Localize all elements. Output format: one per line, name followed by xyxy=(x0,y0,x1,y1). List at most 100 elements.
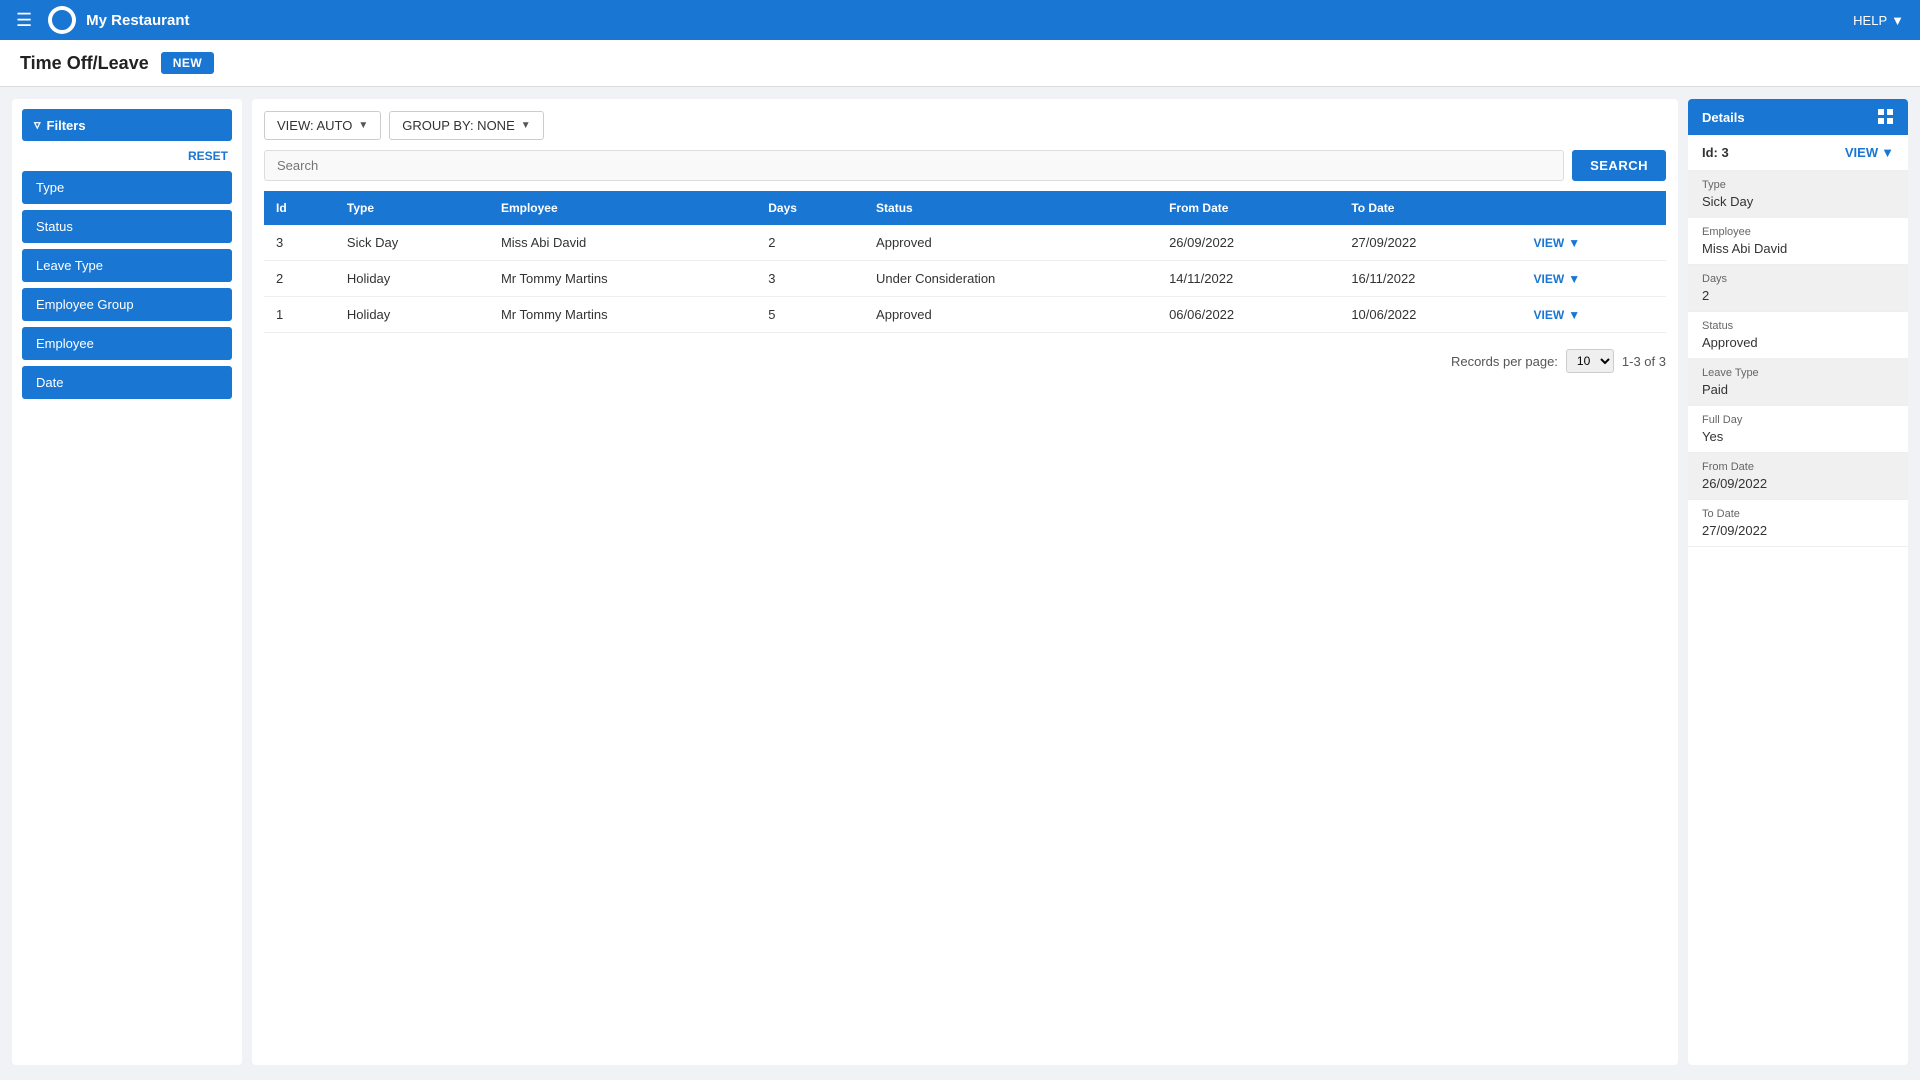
cell-days: 3 xyxy=(756,261,864,297)
group-chevron-icon: ▼ xyxy=(521,120,531,131)
detail-field-to-date: To Date 27/09/2022 xyxy=(1688,500,1908,547)
details-panel: Details Id: 3 VIEW ▼ Type Sick Day Emplo… xyxy=(1688,99,1908,1065)
filter-leave-type[interactable]: Leave Type xyxy=(22,249,232,282)
cell-from-date: 06/06/2022 xyxy=(1157,297,1339,333)
col-employee: Employee xyxy=(489,191,756,225)
group-by-label: GROUP BY: NONE xyxy=(402,118,514,133)
col-actions xyxy=(1522,191,1666,225)
page-title: Time Off/Leave xyxy=(20,53,149,74)
detail-field-status: Status Approved xyxy=(1688,312,1908,359)
cell-type: Sick Day xyxy=(335,225,489,261)
filter-employee[interactable]: Employee xyxy=(22,327,232,360)
detail-label: Type xyxy=(1702,179,1894,191)
logo-inner xyxy=(52,10,72,30)
table-row: 1 Holiday Mr Tommy Martins 5 Approved 06… xyxy=(264,297,1666,333)
search-bar: SEARCH xyxy=(264,150,1666,181)
filter-type[interactable]: Type xyxy=(22,171,232,204)
new-button[interactable]: NEW xyxy=(161,52,215,74)
detail-value: Sick Day xyxy=(1702,194,1894,209)
reset-button[interactable]: RESET xyxy=(184,147,232,165)
per-page-select[interactable]: 10 25 50 xyxy=(1566,349,1614,373)
detail-value: Paid xyxy=(1702,382,1894,397)
records-count: 1-3 of 3 xyxy=(1622,354,1666,369)
cell-employee: Mr Tommy Martins xyxy=(489,297,756,333)
hamburger-icon[interactable]: ☰ xyxy=(16,10,32,31)
col-to-date: To Date xyxy=(1339,191,1521,225)
details-title: Details xyxy=(1702,110,1745,125)
view-auto-label: VIEW: AUTO xyxy=(277,118,352,133)
detail-label: To Date xyxy=(1702,508,1894,520)
detail-label: Status xyxy=(1702,320,1894,332)
detail-value: 26/09/2022 xyxy=(1702,476,1894,491)
detail-label: From Date xyxy=(1702,461,1894,473)
records-per-page-label: Records per page: xyxy=(1451,354,1558,369)
app-title: My Restaurant xyxy=(86,12,189,29)
col-type: Type xyxy=(335,191,489,225)
filters-label: Filters xyxy=(47,118,86,133)
cell-to-date: 27/09/2022 xyxy=(1339,225,1521,261)
data-table: Id Type Employee Days Status From Date T… xyxy=(264,191,1666,333)
row-dropdown-icon[interactable]: ▼ xyxy=(1568,236,1580,250)
row-dropdown-icon[interactable]: ▼ xyxy=(1568,272,1580,286)
filter-status[interactable]: Status xyxy=(22,210,232,243)
detail-label: Days xyxy=(1702,273,1894,285)
toolbar: VIEW: AUTO ▼ GROUP BY: NONE ▼ xyxy=(264,111,1666,140)
details-header: Details xyxy=(1688,99,1908,135)
row-view-link[interactable]: VIEW xyxy=(1534,308,1565,322)
filter-date[interactable]: Date xyxy=(22,366,232,399)
page-header: Time Off/Leave NEW xyxy=(0,40,1920,87)
cell-view-action[interactable]: VIEW ▼ xyxy=(1522,225,1666,261)
cell-days: 2 xyxy=(756,225,864,261)
cell-to-date: 16/11/2022 xyxy=(1339,261,1521,297)
detail-value: Yes xyxy=(1702,429,1894,444)
detail-value: Approved xyxy=(1702,335,1894,350)
details-id: Id: 3 xyxy=(1702,145,1729,160)
cell-status: Under Consideration xyxy=(864,261,1157,297)
table-row: 3 Sick Day Miss Abi David 2 Approved 26/… xyxy=(264,225,1666,261)
cell-view-action[interactable]: VIEW ▼ xyxy=(1522,261,1666,297)
cell-status: Approved xyxy=(864,297,1157,333)
help-button[interactable]: HELP ▼ xyxy=(1853,13,1904,28)
details-grid-icon[interactable] xyxy=(1878,109,1894,125)
filter-icon: ▿ xyxy=(34,117,41,133)
detail-value: Miss Abi David xyxy=(1702,241,1894,256)
details-view-chevron-icon: ▼ xyxy=(1881,145,1894,160)
cell-from-date: 14/11/2022 xyxy=(1157,261,1339,297)
detail-label: Leave Type xyxy=(1702,367,1894,379)
view-auto-button[interactable]: VIEW: AUTO ▼ xyxy=(264,111,381,140)
detail-field-days: Days 2 xyxy=(1688,265,1908,312)
table-container: Id Type Employee Days Status From Date T… xyxy=(264,191,1666,333)
details-fields: Type Sick Day Employee Miss Abi David Da… xyxy=(1688,171,1908,547)
app-logo xyxy=(48,6,76,34)
filter-employee-group[interactable]: Employee Group xyxy=(22,288,232,321)
main-layout: ▿ Filters RESET Type Status Leave Type E… xyxy=(0,87,1920,1077)
detail-label: Full Day xyxy=(1702,414,1894,426)
table-row: 2 Holiday Mr Tommy Martins 3 Under Consi… xyxy=(264,261,1666,297)
detail-label: Employee xyxy=(1702,226,1894,238)
search-button[interactable]: SEARCH xyxy=(1572,150,1666,181)
cell-from-date: 26/09/2022 xyxy=(1157,225,1339,261)
details-view-button[interactable]: VIEW ▼ xyxy=(1845,145,1894,160)
row-view-link[interactable]: VIEW xyxy=(1534,236,1565,250)
help-label: HELP xyxy=(1853,13,1887,28)
row-dropdown-icon[interactable]: ▼ xyxy=(1568,308,1580,322)
row-view-link[interactable]: VIEW xyxy=(1534,272,1565,286)
cell-type: Holiday xyxy=(335,297,489,333)
cell-to-date: 10/06/2022 xyxy=(1339,297,1521,333)
col-id: Id xyxy=(264,191,335,225)
cell-id: 1 xyxy=(264,297,335,333)
group-by-button[interactable]: GROUP BY: NONE ▼ xyxy=(389,111,543,140)
details-view-label: VIEW xyxy=(1845,145,1878,160)
cell-status: Approved xyxy=(864,225,1157,261)
help-chevron-icon: ▼ xyxy=(1891,13,1904,28)
detail-field-type: Type Sick Day xyxy=(1688,171,1908,218)
detail-value: 2 xyxy=(1702,288,1894,303)
search-input[interactable] xyxy=(264,150,1564,181)
nav-left: ☰ My Restaurant xyxy=(16,6,190,34)
details-id-row: Id: 3 VIEW ▼ xyxy=(1688,135,1908,171)
cell-view-action[interactable]: VIEW ▼ xyxy=(1522,297,1666,333)
detail-field-from-date: From Date 26/09/2022 xyxy=(1688,453,1908,500)
table-header-row: Id Type Employee Days Status From Date T… xyxy=(264,191,1666,225)
col-from-date: From Date xyxy=(1157,191,1339,225)
detail-field-full-day: Full Day Yes xyxy=(1688,406,1908,453)
